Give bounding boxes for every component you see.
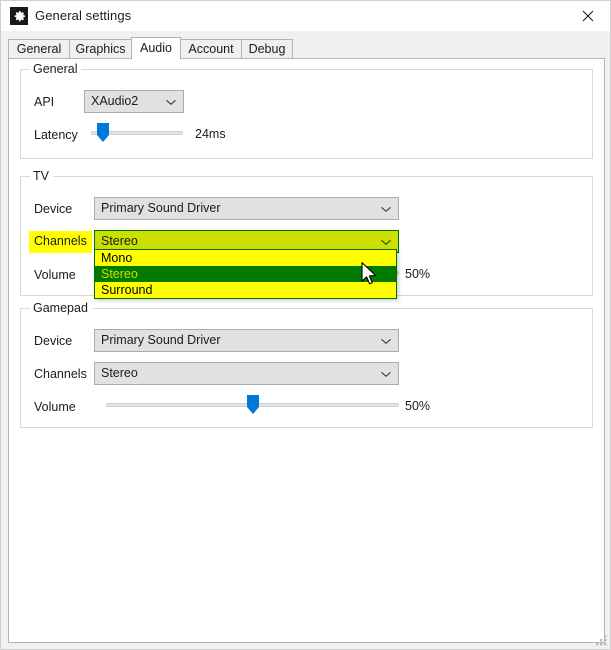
close-button[interactable] [565, 1, 610, 31]
gamepad-device-combobox-value: Primary Sound Driver [101, 333, 220, 347]
tv-device-label: Device [34, 201, 72, 218]
audio-tab-page: General API XAudio2 Latency 24ms TV Devi… [8, 58, 605, 643]
latency-slider[interactable] [91, 122, 183, 144]
tv-device-combobox[interactable]: Primary Sound Driver [94, 197, 399, 220]
chevron-down-icon [380, 370, 392, 378]
window-title: General settings [35, 8, 131, 23]
gamepad-device-label: Device [34, 333, 72, 350]
close-icon [582, 10, 594, 22]
latency-label: Latency [34, 127, 78, 144]
dropdown-option-surround[interactable]: Surround [95, 282, 396, 298]
general-group-title: General [30, 62, 81, 76]
tv-channels-label: Channels [29, 231, 92, 253]
tab-strip: General Graphics Audio Account Debug [8, 37, 605, 59]
tab-audio[interactable]: Audio [131, 37, 181, 60]
tv-channels-dropdown-list[interactable]: Mono Stereo Surround [94, 249, 397, 299]
chevron-down-icon [165, 98, 177, 106]
tv-channels-combobox-value: Stereo [101, 234, 138, 248]
gamepad-group-title: Gamepad [30, 301, 92, 315]
chevron-down-icon [380, 205, 392, 213]
general-group: General API XAudio2 Latency 24ms [20, 69, 593, 159]
settings-window: General settings General Graphics Audio … [0, 0, 611, 650]
gamepad-volume-value: 50% [405, 399, 430, 413]
gamepad-channels-combobox-value: Stereo [101, 366, 138, 380]
api-combobox-value: XAudio2 [91, 94, 138, 108]
tv-group-title: TV [30, 169, 53, 183]
latency-value: 24ms [195, 127, 226, 141]
tab-debug[interactable]: Debug [241, 39, 293, 59]
resize-grip-icon[interactable] [595, 634, 608, 647]
tv-device-combobox-value: Primary Sound Driver [101, 201, 220, 215]
tv-volume-label: Volume [34, 267, 76, 284]
tab-general[interactable]: General [8, 39, 70, 59]
latency-slider-thumb[interactable] [97, 123, 109, 135]
gamepad-volume-slider[interactable] [106, 394, 399, 416]
gear-icon [10, 7, 28, 25]
gamepad-volume-label: Volume [34, 399, 76, 416]
gamepad-device-combobox[interactable]: Primary Sound Driver [94, 329, 399, 352]
tv-volume-value: 50% [405, 267, 430, 281]
dropdown-option-mono[interactable]: Mono [95, 250, 396, 266]
api-label: API [34, 94, 54, 111]
tab-graphics[interactable]: Graphics [69, 39, 132, 59]
gamepad-volume-slider-thumb[interactable] [247, 395, 259, 407]
chevron-down-icon [380, 238, 392, 246]
dropdown-option-stereo[interactable]: Stereo [95, 266, 396, 282]
chevron-down-icon [380, 337, 392, 345]
api-combobox[interactable]: XAudio2 [84, 90, 184, 113]
gamepad-channels-combobox[interactable]: Stereo [94, 362, 399, 385]
tab-account[interactable]: Account [180, 39, 242, 59]
title-bar: General settings [1, 1, 610, 31]
gamepad-group: Gamepad Device Primary Sound Driver Chan… [20, 308, 593, 428]
gamepad-channels-label: Channels [34, 366, 87, 383]
